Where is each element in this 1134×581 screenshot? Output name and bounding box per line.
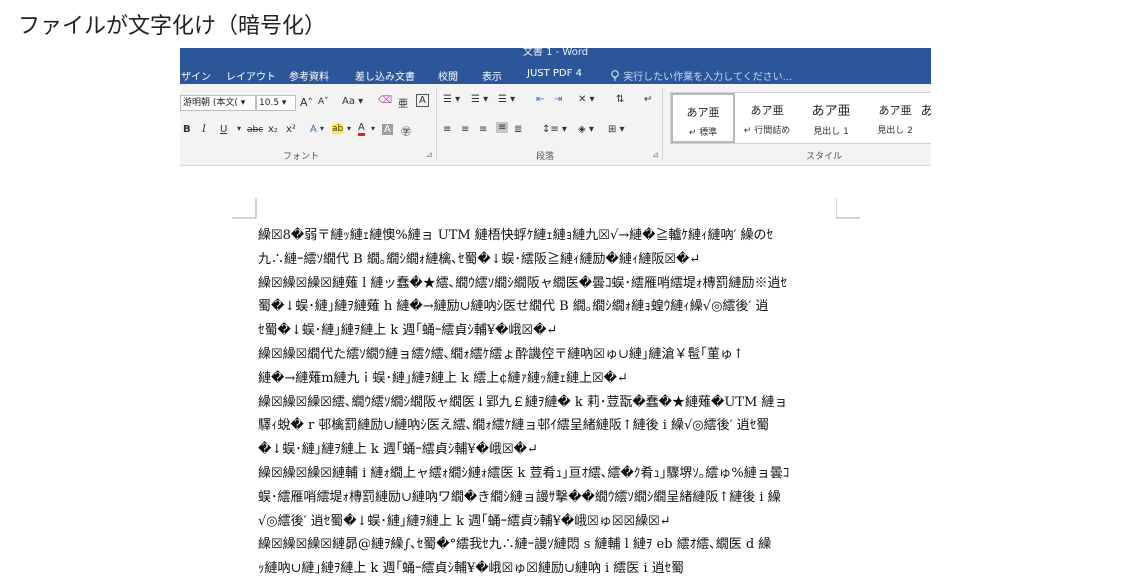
lightbulb-icon	[611, 70, 619, 81]
document-line: 縺�→縺薙m縺九ｉ蜈･縺｣縺ｦ縺上 k 繧上¢縺ｧ縺ｯ縺ｪ縺上☒�↵	[258, 370, 628, 386]
text-effects-button[interactable]: A	[310, 124, 317, 135]
char-border-icon[interactable]: A	[416, 94, 429, 107]
document-line: 蜈･繧雁哨繧堤ｫ槫罰縺励∪縺吶ワ繝�き繝ｼ縺ョ謾ｻ撃��繝ｳ繧ｿ繝ｼ繝呈緒縺阪↑…	[258, 489, 781, 505]
font-name-value: 游明朝 (本文(	[183, 98, 238, 108]
font-name-box[interactable]: 游明朝 (本文( ▾	[180, 95, 256, 111]
bullets-icon[interactable]: ☰ ▾	[443, 94, 460, 105]
multilevel-list-icon[interactable]: ☰ ▾	[498, 94, 515, 105]
style-sample: あア亜	[811, 104, 851, 119]
document-line: 繰☒繰☒繰☒縺輔 i 縺ｫ繝上ャ繧ｫ繝ｼ縺ｫ繧医 k 荳肴ｭ｣亘ｵ繧､繧�ｸ肴ｭ…	[258, 465, 790, 481]
char-shading-button[interactable]: A	[382, 124, 393, 135]
line-spacing-icon[interactable]: ↕≡ ▾	[542, 124, 567, 135]
char-scale-icon[interactable]: ✕ ▾	[578, 94, 595, 105]
style-name: ↵ 行間詰め	[743, 126, 791, 136]
borders-icon[interactable]: ⊞ ▾	[608, 124, 625, 135]
shading-icon[interactable]: ◈ ▾	[578, 124, 594, 135]
tab-just-pdf[interactable]: JUST PDF 4	[527, 68, 582, 79]
page-corner-marker	[836, 198, 860, 219]
document-line: √◎繧後′ 逍ｾ蜀�↓蜈･縺｣縺ｦ縺上 k 週｢蛹ｰ繧貞ｼ輔¥�峨☒ゅ☒☒繰☒↵	[258, 513, 671, 529]
bold-button[interactable]: B	[183, 124, 191, 135]
style-no-spacing[interactable]: あア亜 ↵ 行間詰め	[735, 93, 799, 143]
tell-me-box[interactable]: 実行したい作業を入力してください...	[610, 68, 792, 83]
document-line: 繰☒繰☒繰☒縺昴@縺ｦ繰∫､ｾ蜀�°繧我ｾ九∴縺ｰ謾ｿ縺悶 s 縺輔 l 縺ｦ …	[258, 537, 772, 553]
italic-button[interactable]: I	[202, 124, 206, 135]
document-line: 驛ｨ蛻� r 邨檎罰縺励∪縺吶ｼ医え繧､繝ｫ繧ｹ縺ョ邨ｲ繧呈緒縺阪↑縺後 i 繰…	[258, 418, 770, 434]
group-separator	[662, 88, 663, 160]
font-size-box[interactable]: 10.5 ▾	[256, 95, 296, 111]
grow-font-label: A	[300, 96, 308, 109]
change-case-button[interactable]: Aa ▾	[342, 96, 363, 107]
style-sample: あ	[920, 104, 931, 119]
justify-icon[interactable]: ≡	[496, 122, 509, 133]
tab-view[interactable]: 表示	[482, 68, 502, 83]
page-corner-marker	[232, 198, 257, 219]
ribbon-tabs: ザイン レイアウト 参考資料 差し込み文書 校閲 表示 JUST PDF 4 実…	[180, 64, 931, 84]
underline-dropdown-icon[interactable]: ▾	[237, 124, 241, 133]
tab-layout[interactable]: レイアウト	[226, 68, 276, 83]
document-line: ｯ縺吶∪縺｣縺ｦ縺上 k 週｢蛹ｰ繧貞ｼ輔¥�峨☒ゅ☒縺励∪縺吶 i 繧医 i …	[258, 561, 685, 577]
tab-references[interactable]: 参考資料	[289, 68, 329, 83]
paragraph-group-label: 段落	[536, 152, 555, 162]
page-title: ファイルが文字化け（暗号化）	[18, 14, 327, 39]
highlight-dropdown-icon[interactable]: ▾	[347, 124, 351, 133]
document-line: 蜀�↓蜈･縺｣縺ｦ縺薙 h 縺�→縺励∪縺吶ｼ医せ繝代 B 繝｡繝ｼ繝ｫ縺ｮ蝗ｳ…	[258, 299, 769, 315]
font-dialog-launcher-icon[interactable]: ⊿	[426, 150, 433, 159]
tell-me-text: 実行したい作業を入力してください...	[623, 72, 793, 83]
word-titlebar: 文書 1 - Word	[180, 48, 931, 64]
furigana-icon[interactable]: 亜	[398, 95, 408, 110]
style-normal[interactable]: あア亜 ↵ 標準	[671, 93, 735, 143]
style-name: 見出し 1	[813, 127, 849, 137]
highlight-button[interactable]: ab	[332, 124, 344, 134]
clear-format-icon[interactable]: ⌫	[378, 95, 392, 106]
document-line: 繰☒8�弱〒縺ｯ縺ｪ縺懊%縺ョ UTM 縺梧快蜉ｹ縺ｪ縺ｮ縺九☒√→縺�≧轤ｹ縺…	[258, 228, 774, 243]
font-size-value: 10.5	[259, 98, 280, 108]
window-title: 文書 1 - Word	[522, 48, 589, 58]
style-name: ↵ 標準	[688, 128, 718, 138]
styles-group-label: スタイル	[806, 152, 843, 162]
tab-mailings[interactable]: 差し込み文書	[355, 68, 415, 83]
increase-indent-icon[interactable]: ⇥	[554, 94, 562, 105]
align-right-icon[interactable]: ≡	[479, 124, 487, 135]
style-more[interactable]: あ	[917, 93, 931, 143]
grow-font-button[interactable]: A˄	[300, 96, 313, 109]
document-line: ｾ蜀�↓蜈･縺｣縺ｦ縺上 k 週｢蛹ｰ繧貞ｼ輔¥�峨☒�↵	[258, 323, 558, 339]
document-line: 繰☒繰☒繰☒縺薙 l 縺ッ蠢�★繧､繝ｳ繧ｿ繝ｼ繝阪ャ繝医�曇ｺ蜈･繧雁哨繧堤ｫ…	[258, 275, 788, 291]
styles-gallery: あア亜 ↵ 標準 あア亜 ↵ 行間詰め あア亜 見出し 1 あア亜 見出し 2 …	[670, 92, 931, 144]
enclose-char-button[interactable]: ㊫	[401, 123, 411, 138]
ribbon: 游明朝 (本文( ▾ 10.5 ▾ A˄ A˅ Aa ▾ ⌫ 亜 A B I U…	[180, 84, 931, 166]
change-case-label: Aa	[342, 96, 355, 107]
numbering-icon[interactable]: ☰ ▾	[471, 94, 488, 105]
strikethrough-button[interactable]: abc	[247, 125, 263, 135]
show-marks-icon[interactable]: ↵	[644, 94, 652, 105]
font-color-dropdown-icon[interactable]: ▾	[371, 124, 375, 133]
document-line: 繰☒繰☒繰☒繧､繝ｳ繧ｿ繝ｼ繝阪ャ繝医↓郢九￡縺ｦ縺� k 莉･荳翫�蠢�★縺薙…	[258, 394, 788, 410]
superscript-button[interactable]: x²	[286, 124, 296, 135]
text-effects-dropdown-icon[interactable]: ▾	[320, 124, 324, 133]
document-line: 九∴縺ｰ繧ｿ繝代 B 繝｡繝ｼ繝ｫ縺檎､ｾ蜀�↓蜈･繧阪≧縺ｨ縺励�縺ｨ縺阪☒�…	[258, 251, 701, 267]
distribute-icon[interactable]: ≣	[514, 124, 522, 135]
shrink-font-label: A	[318, 97, 325, 107]
document-body[interactable]: 繰☒8�弱〒縺ｯ縺ｪ縺懊%縺ョ UTM 縺梧快蜉ｹ縺ｪ縺ｮ縺九☒√→縺�≧轤ｹ縺…	[258, 224, 838, 581]
tab-design[interactable]: ザイン	[181, 68, 211, 83]
font-group-label: フォント	[283, 152, 320, 162]
shrink-font-button[interactable]: A˅	[318, 97, 329, 107]
align-center-icon[interactable]: ≡	[461, 124, 469, 135]
style-sample: あア亜	[686, 106, 720, 119]
document-line: �↓蜈･縺｣縺ｦ縺上 k 週｢蛹ｰ繧貞ｼ輔¥�峨☒�↵	[258, 442, 538, 458]
paragraph-dialog-launcher-icon[interactable]: ⊿	[652, 150, 659, 159]
align-left-icon[interactable]: ≡	[443, 124, 451, 135]
style-heading-1[interactable]: あア亜 見出し 1	[799, 93, 863, 143]
decrease-indent-icon[interactable]: ⇤	[536, 94, 544, 105]
group-separator	[436, 88, 437, 160]
document-line: 繰☒繰☒繝代た繧ｿ繝ｳ縺ョ繧ｸ繧､繝ｫ繧ｹ繧ょ酔譏倥〒縺吶☒ゅ∪縺｣縺滄￥髢｢菫…	[258, 346, 744, 362]
font-color-button[interactable]: A	[358, 122, 365, 136]
subscript-button[interactable]: x₂	[268, 124, 278, 135]
tab-review[interactable]: 校閲	[438, 68, 458, 83]
underline-button[interactable]: U	[220, 124, 227, 135]
style-sample: あア亜	[750, 104, 784, 117]
sort-icon[interactable]: ⇅	[616, 94, 624, 105]
